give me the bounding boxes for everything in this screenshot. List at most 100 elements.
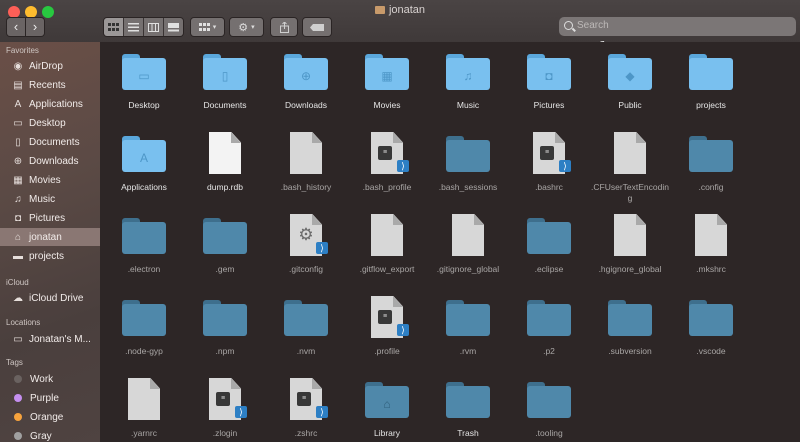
file-name-label: .zshrc [294,428,318,438]
file-item-gem[interactable]: .gem [185,208,265,275]
tag-item-work[interactable]: Work [0,370,100,388]
file-item-nvm[interactable]: .nvm [266,290,346,357]
music-icon: ♫ [14,193,22,205]
file-item-pictures[interactable]: ◘ Pictures [509,44,589,111]
sidebar-item-projects[interactable]: ▬ projects [0,247,100,265]
file-item-node-gyp[interactable]: .node-gyp [104,290,184,357]
tag-label: Work [30,373,54,385]
folder-icon: ♫ [446,54,490,90]
file-item-public[interactable]: ◆ Public [590,44,670,111]
icon-view-button[interactable] [104,18,123,36]
file-item-eclipse[interactable]: .eclipse [509,208,589,275]
sidebar-item-jonatan-s-m[interactable]: ▭ Jonatan's M... [0,330,100,348]
tag-color-dot [14,413,22,421]
file-item-library[interactable]: ⌂ Library [347,372,427,439]
sidebar-item-documents[interactable]: ▯ Documents [0,133,100,151]
edit-tags-button[interactable] [303,18,331,36]
folder-glyph-icon: ⌂ [383,397,391,411]
file-item-tooling[interactable]: .tooling [509,372,589,439]
file-item-profile[interactable]: ≡ ⟩ .profile [347,290,427,357]
finder-window: jonatan ‹ › ▾ ⚙ ▾ Search Favorites ◉ Air… [0,0,800,442]
page-fold [555,132,565,143]
file-item-applications[interactable]: A Applications [104,126,184,193]
folder-icon [689,54,733,90]
forward-button[interactable]: › [25,18,44,36]
sidebar-item-label: Applications [29,98,83,110]
file-item-p2[interactable]: .p2 [509,290,589,357]
file-item-electron[interactable]: .electron [104,208,184,275]
file-item-cfusertextencoding[interactable]: .CFUserTextEncoding [590,126,670,204]
sidebar-item-label: Downloads [29,155,79,167]
file-item-desktop[interactable]: ▭ Desktop [104,44,184,111]
file-item-downloads[interactable]: ⊕ Downloads [266,44,346,111]
document-icon [209,132,241,174]
sidebar: Favorites ◉ AirDrop ▤ Recents A Applications ▭… [0,42,100,442]
file-icon-wrap: ≡ ⟩ [185,372,265,426]
chevron-down-icon: ▾ [212,24,217,31]
file-item-zshrc[interactable]: ≡ ⟩ .zshrc [266,372,346,439]
sidebar-item-icloud-drive[interactable]: ☁ iCloud Drive [0,289,100,307]
search-field[interactable]: Search [559,17,796,36]
file-item-config[interactable]: .config [671,126,751,193]
file-item-hgignore-global[interactable]: .hgignore_global [590,208,670,275]
back-button[interactable]: ‹ [7,18,25,36]
file-item-bash-history[interactable]: .bash_history [266,126,346,193]
folder-icon [203,218,247,254]
file-item-subversion[interactable]: .subversion [590,290,670,357]
file-item-gitflow-export[interactable]: .gitflow_export [347,208,427,275]
folder-glyph-icon: ◘ [545,69,553,83]
list-view-button[interactable] [123,18,143,36]
tag-item-orange[interactable]: Orange [0,408,100,426]
file-name-label: .nvm [296,346,316,356]
folder-icon: A [122,136,166,172]
file-item-yarnrc[interactable]: .yarnrc [104,372,184,439]
file-icon-wrap [671,126,751,180]
action-menu-button[interactable]: ⚙ ▾ [230,18,263,36]
file-item-rvm[interactable]: .rvm [428,290,508,357]
home-folder-icon [374,6,385,14]
file-item-bash-profile[interactable]: ≡ ⟩ .bash_profile [347,126,427,193]
share-button[interactable] [271,18,297,36]
folder-icon: ▯ [203,54,247,90]
file-item-mkshrc[interactable]: .mkshrc [671,208,751,275]
file-item-dump-rdb[interactable]: dump.rdb [185,126,265,193]
tag-item-gray[interactable]: Gray [0,427,100,442]
file-item-npm[interactable]: .npm [185,290,265,357]
folder-body [284,304,328,336]
sidebar-item-pictures[interactable]: ◘ Pictures [0,209,100,227]
file-item-trash[interactable]: Trash [428,372,508,439]
gallery-view-button[interactable] [163,18,183,36]
column-view-button[interactable] [143,18,163,36]
sidebar-item-airdrop[interactable]: ◉ AirDrop [0,57,100,75]
file-item-bashrc[interactable]: ≡ ⟩ .bashrc [509,126,589,193]
sidebar-item-applications[interactable]: A Applications [0,95,100,113]
tag-item-purple[interactable]: Purple [0,389,100,407]
sidebar-item-music[interactable]: ♫ Music [0,190,100,208]
file-name-label: Desktop [128,100,160,110]
folder-icon [284,300,328,336]
sidebar-item-recents[interactable]: ▤ Recents [0,76,100,94]
file-item-gitconfig[interactable]: ⚙ ⟩ .gitconfig [266,208,346,275]
sidebar-item-downloads[interactable]: ⊕ Downloads [0,152,100,170]
group-by-control: ▾ [190,17,225,37]
sidebar-item-jonatan[interactable]: ⌂ jonatan [0,228,100,246]
sidebar-item-label: Recents [29,79,66,91]
folder-body [689,58,733,90]
file-icon-wrap [671,44,751,98]
file-name-label: .npm [215,346,235,356]
file-item-documents[interactable]: ▯ Documents [185,44,265,111]
file-item-zlogin[interactable]: ≡ ⟩ .zlogin [185,372,265,439]
file-item-music[interactable]: ♫ Music [428,44,508,111]
file-item-projects[interactable]: projects [671,44,751,111]
file-icon-wrap [185,126,265,180]
file-item-vscode[interactable]: .vscode [671,290,751,357]
file-item-bash-sessions[interactable]: .bash_sessions [428,126,508,193]
sidebar-item-desktop[interactable]: ▭ Desktop [0,114,100,132]
sidebar-item-movies[interactable]: ▦ Movies [0,171,100,189]
code-text-icon: ≡ [540,146,554,160]
tag-label: Orange [30,411,64,423]
group-by-button[interactable]: ▾ [191,18,224,36]
file-item-movies[interactable]: ▦ Movies [347,44,427,111]
file-name-label: Music [456,100,480,110]
file-item-gitignore-global[interactable]: .gitignore_global [428,208,508,275]
